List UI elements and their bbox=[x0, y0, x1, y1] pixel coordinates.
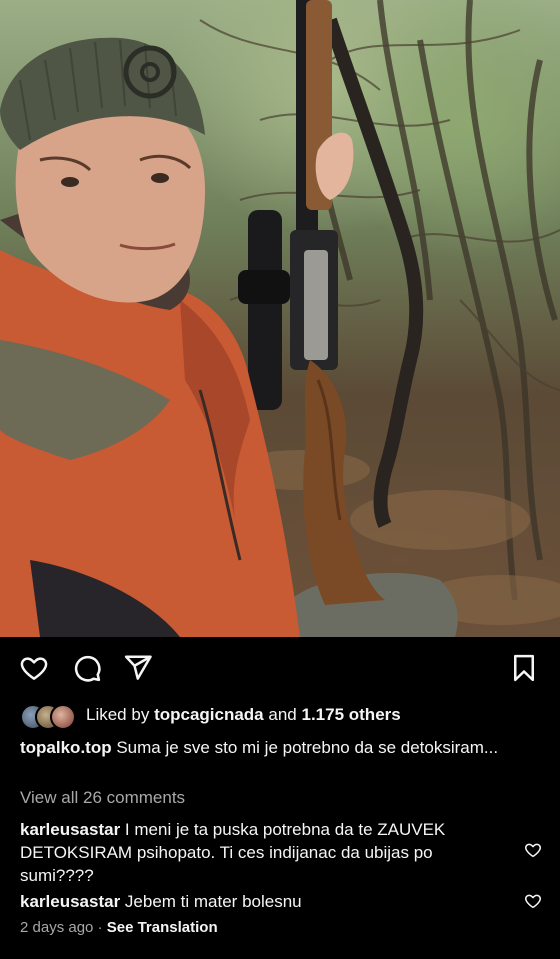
liker-avatars bbox=[20, 703, 80, 730]
post-photo[interactable] bbox=[0, 0, 560, 637]
likes-summary[interactable]: Liked by topcagicnada and 1.175 others bbox=[20, 702, 401, 730]
caption-username[interactable]: topalko.top bbox=[20, 738, 112, 757]
comment-username[interactable]: karleusastar bbox=[20, 820, 120, 839]
save-button[interactable] bbox=[507, 651, 541, 685]
bookmark-icon bbox=[514, 654, 534, 682]
post-action-bar bbox=[0, 645, 560, 693]
share-button[interactable] bbox=[121, 651, 155, 685]
caption-text: Suma je sve sto mi je potrebno da se det… bbox=[116, 738, 499, 757]
comment-item: karleusastar I meni je ta puska potrebna… bbox=[20, 818, 500, 887]
comment-username[interactable]: karleusastar bbox=[20, 892, 120, 911]
likes-connector: and bbox=[268, 705, 297, 724]
like-button[interactable] bbox=[17, 651, 51, 685]
likes-others-link[interactable]: 1.175 others bbox=[302, 705, 401, 725]
likes-prefix: Liked by bbox=[86, 705, 150, 724]
comment-item: karleusastar Jebem ti mater bolesnu bbox=[20, 890, 500, 913]
comment-icon bbox=[74, 655, 101, 682]
likes-user-link[interactable]: topcagicnada bbox=[154, 705, 264, 725]
post-photo-illustration bbox=[0, 0, 560, 637]
post-caption: topalko.top Suma je sve sto mi je potreb… bbox=[20, 736, 520, 759]
see-translation-link[interactable]: See Translation bbox=[107, 919, 218, 936]
heart-icon bbox=[20, 657, 48, 680]
view-all-comments-link[interactable]: View all 26 comments bbox=[20, 788, 185, 808]
comment-like-icon[interactable] bbox=[524, 841, 542, 859]
comment-text: Jebem ti mater bolesnu bbox=[124, 892, 302, 911]
comment-like-icon[interactable] bbox=[524, 892, 542, 910]
comment-button[interactable] bbox=[70, 651, 104, 685]
avatar bbox=[50, 704, 76, 730]
post-timestamp: 2 days ago bbox=[20, 919, 94, 936]
post-meta: 2 days ago · See Translation bbox=[20, 919, 218, 936]
send-icon bbox=[124, 655, 152, 680]
meta-separator: · bbox=[97, 919, 103, 936]
